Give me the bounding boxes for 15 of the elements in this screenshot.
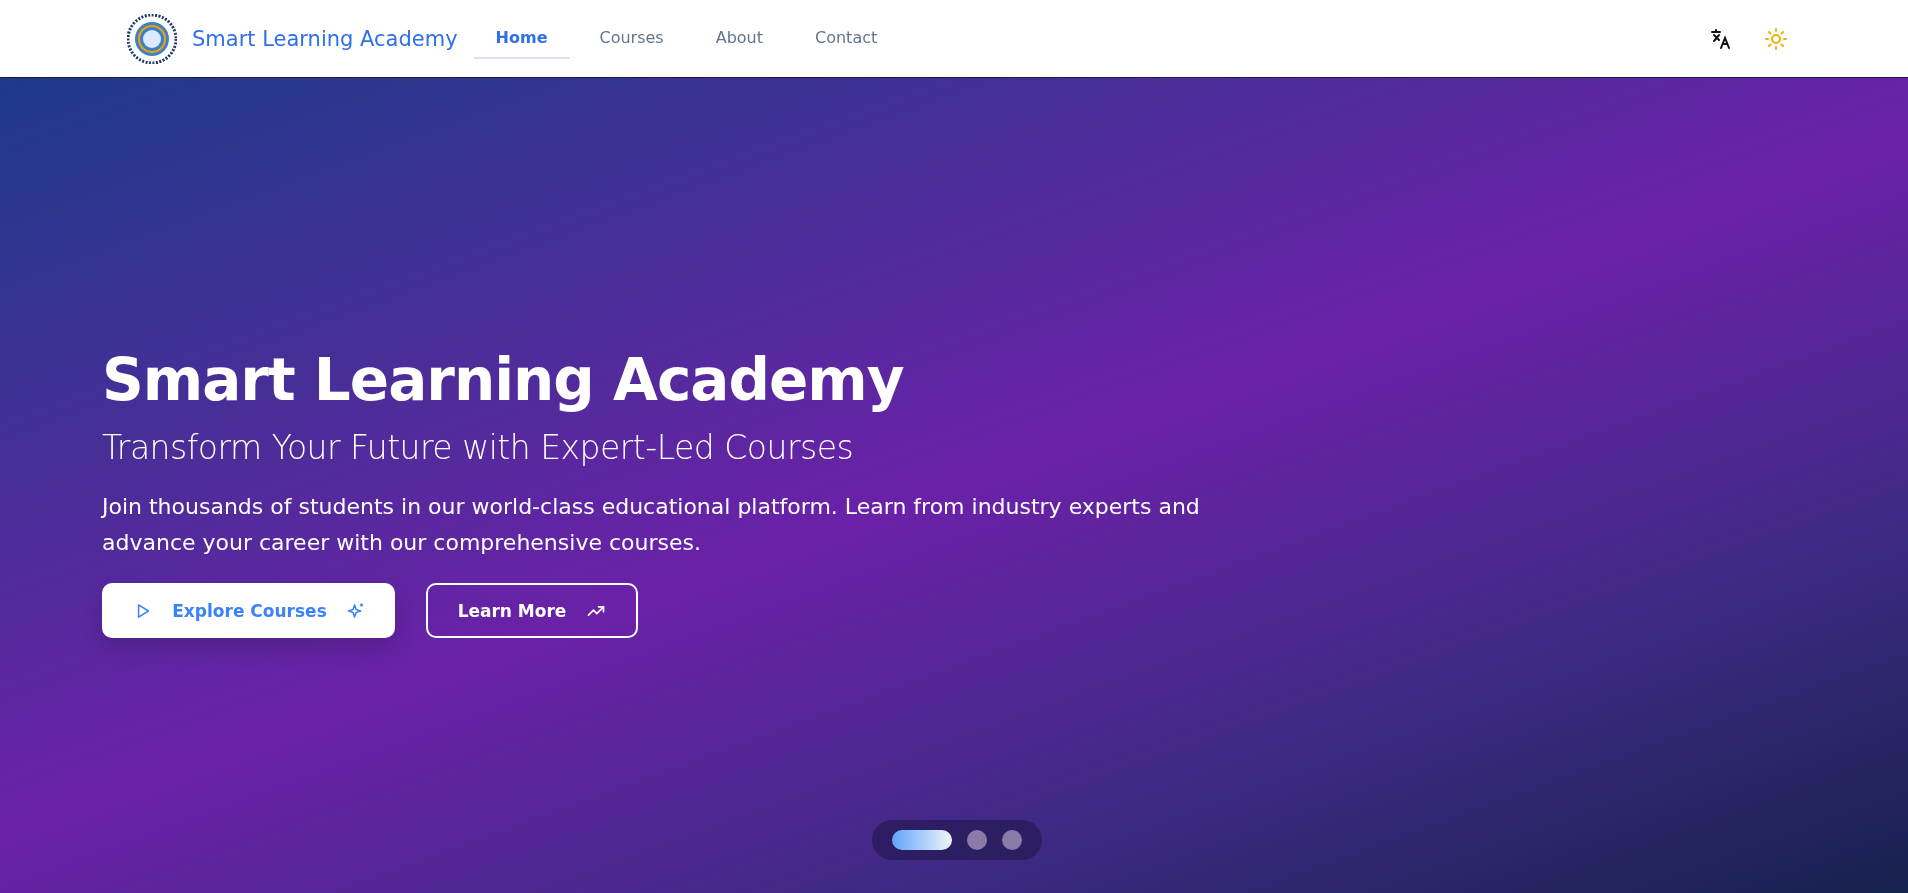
translate-icon[interactable] [1709,26,1733,51]
nav-link[interactable]: Home [473,18,570,59]
hero-subtitle: Transform Your Future with Expert-Led Courses [102,428,855,467]
nav-link[interactable]: Contact [793,18,900,59]
nav-link[interactable]: About [693,18,785,59]
slide-dot[interactable] [967,830,987,850]
academy-logo-icon [127,13,177,64]
learn-more-button[interactable]: Learn More [426,583,638,638]
sparkle-icon [346,600,365,621]
hero-description: Join thousands of students in our world-class educational platform. Learn from industry experts and advance your career with our comprehensive courses. [102,493,1201,557]
slide-dot[interactable] [1002,830,1022,850]
brand-name[interactable]: Smart Learning Academy [192,26,458,51]
explore-courses-button[interactable]: Explore Courses [102,583,395,638]
nav-link[interactable]: Courses [577,18,686,59]
hero-title: Smart Learning Academy [102,346,905,414]
